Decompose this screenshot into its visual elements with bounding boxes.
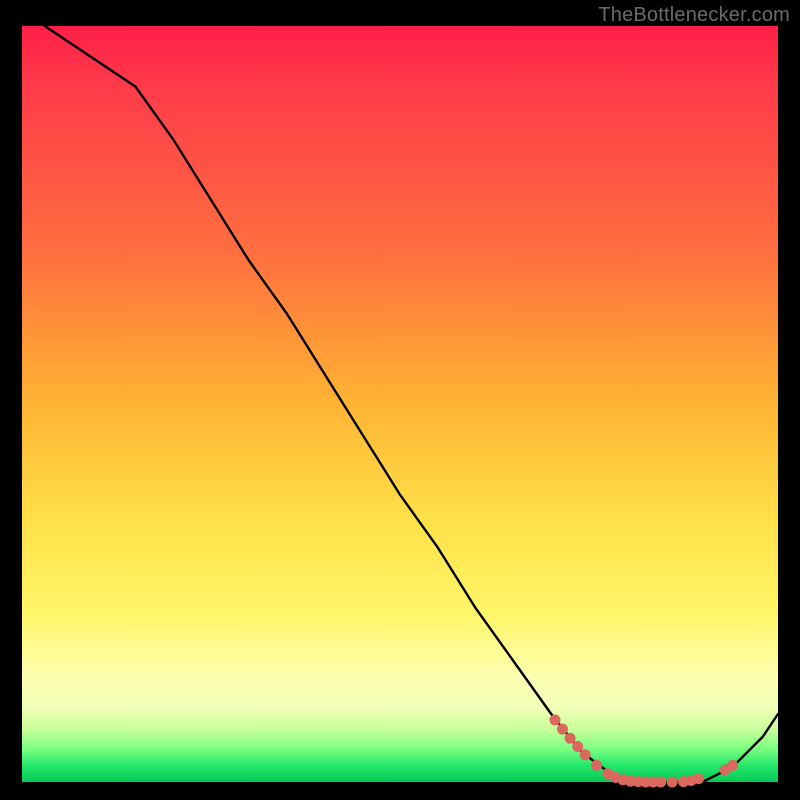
bottleneck-curve <box>45 26 778 782</box>
marker-point <box>693 773 704 784</box>
marker-point <box>667 777 678 788</box>
marker-point <box>557 724 568 735</box>
attribution-label: TheBottlenecker.com <box>598 4 790 27</box>
chart-svg <box>22 26 778 782</box>
marker-point <box>580 749 591 760</box>
marker-point <box>727 760 738 771</box>
marker-point <box>655 777 666 788</box>
bottleneck-markers <box>550 715 739 788</box>
marker-point <box>572 741 583 752</box>
plot-area <box>22 26 778 782</box>
marker-point <box>565 733 576 744</box>
chart-frame: TheBottlenecker.com <box>0 0 800 800</box>
marker-point <box>550 715 561 726</box>
marker-point <box>591 760 602 771</box>
